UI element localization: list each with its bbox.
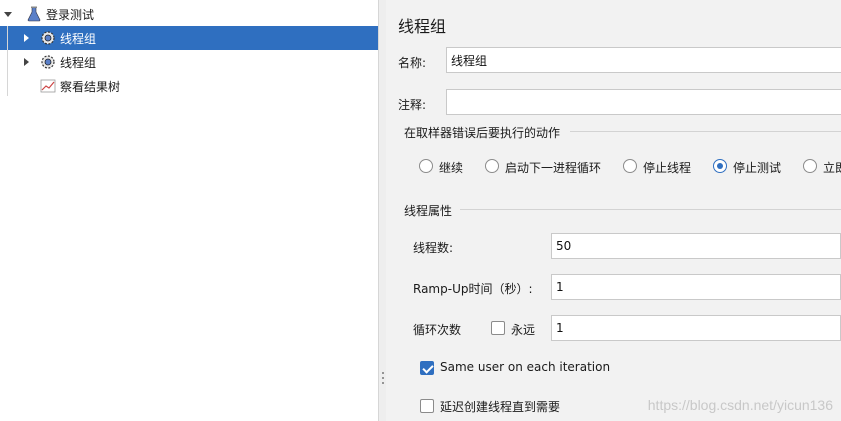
group-divider xyxy=(570,131,841,132)
forever-label: 永远 xyxy=(511,323,536,337)
watermark-text: https://blog.csdn.net/yicun136 xyxy=(647,397,833,413)
same-user-checkbox[interactable] xyxy=(420,361,434,375)
threads-field[interactable] xyxy=(551,233,841,259)
radio-continue[interactable] xyxy=(419,159,433,173)
tree-item-label: 线程组 xyxy=(60,55,97,70)
error-action-group-title: 在取样器错误后要执行的动作 xyxy=(404,126,561,140)
tree-item-label: 线程组 xyxy=(60,31,97,46)
gear-icon xyxy=(38,52,58,72)
panel-splitter[interactable] xyxy=(378,0,386,421)
expand-arrow-icon[interactable] xyxy=(2,8,14,20)
radio-start-next-loop[interactable] xyxy=(485,159,499,173)
threads-label: 线程数: xyxy=(413,241,454,255)
thread-props-group-title: 线程属性 xyxy=(404,204,453,218)
flask-icon xyxy=(24,4,44,24)
delay-thread-creation-checkbox[interactable] xyxy=(420,399,434,413)
test-plan-tree[interactable]: 登录测试 线程组 线程组 察看结果树 xyxy=(0,0,378,421)
group-divider xyxy=(460,209,841,210)
thread-group-panel: 线程组 名称: 注释: 在取样器错误后要执行的动作 继续 启动下一进程循环 停止… xyxy=(386,0,841,421)
name-label: 名称: xyxy=(398,56,427,70)
radio-label-stop-thread: 停止线程 xyxy=(643,161,692,175)
tree-item-login-test[interactable]: 登录测试 xyxy=(0,2,378,26)
collapse-arrow-icon[interactable] xyxy=(20,56,32,68)
loop-label: 循环次数 xyxy=(413,323,462,337)
tree-guide-line xyxy=(7,26,8,96)
radio-stop-test-now[interactable] xyxy=(803,159,817,173)
forever-checkbox[interactable] xyxy=(491,321,505,335)
radio-stop-thread[interactable] xyxy=(623,159,637,173)
tree-item-view-results-tree[interactable]: 察看结果树 xyxy=(0,74,378,98)
tree-item-thread-group[interactable]: 线程组 xyxy=(0,26,378,50)
chart-icon xyxy=(38,76,58,96)
tree-item-thread-group-2[interactable]: 线程组 xyxy=(0,50,378,74)
radio-label-stop-test-now: 立即 xyxy=(823,161,841,175)
comment-field[interactable] xyxy=(446,89,841,115)
rampup-field[interactable] xyxy=(551,274,841,300)
name-field[interactable] xyxy=(446,47,841,73)
radio-label-start-next-loop: 启动下一进程循环 xyxy=(505,161,602,175)
tree-item-label: 察看结果树 xyxy=(60,79,121,94)
comment-label: 注释: xyxy=(398,98,427,112)
page-title: 线程组 xyxy=(398,17,447,36)
radio-stop-test[interactable] xyxy=(713,159,727,173)
rampup-label: Ramp-Up时间（秒）: xyxy=(413,282,533,296)
gear-icon xyxy=(38,28,58,48)
loop-count-field[interactable] xyxy=(551,315,841,341)
radio-label-continue: 继续 xyxy=(439,161,464,175)
tree-item-label: 登录测试 xyxy=(46,7,95,22)
same-user-label: Same user on each iteration xyxy=(440,360,611,374)
radio-label-stop-test: 停止测试 xyxy=(733,161,782,175)
delay-thread-creation-label: 延迟创建线程直到需要 xyxy=(440,400,561,414)
collapse-arrow-icon[interactable] xyxy=(20,32,32,44)
